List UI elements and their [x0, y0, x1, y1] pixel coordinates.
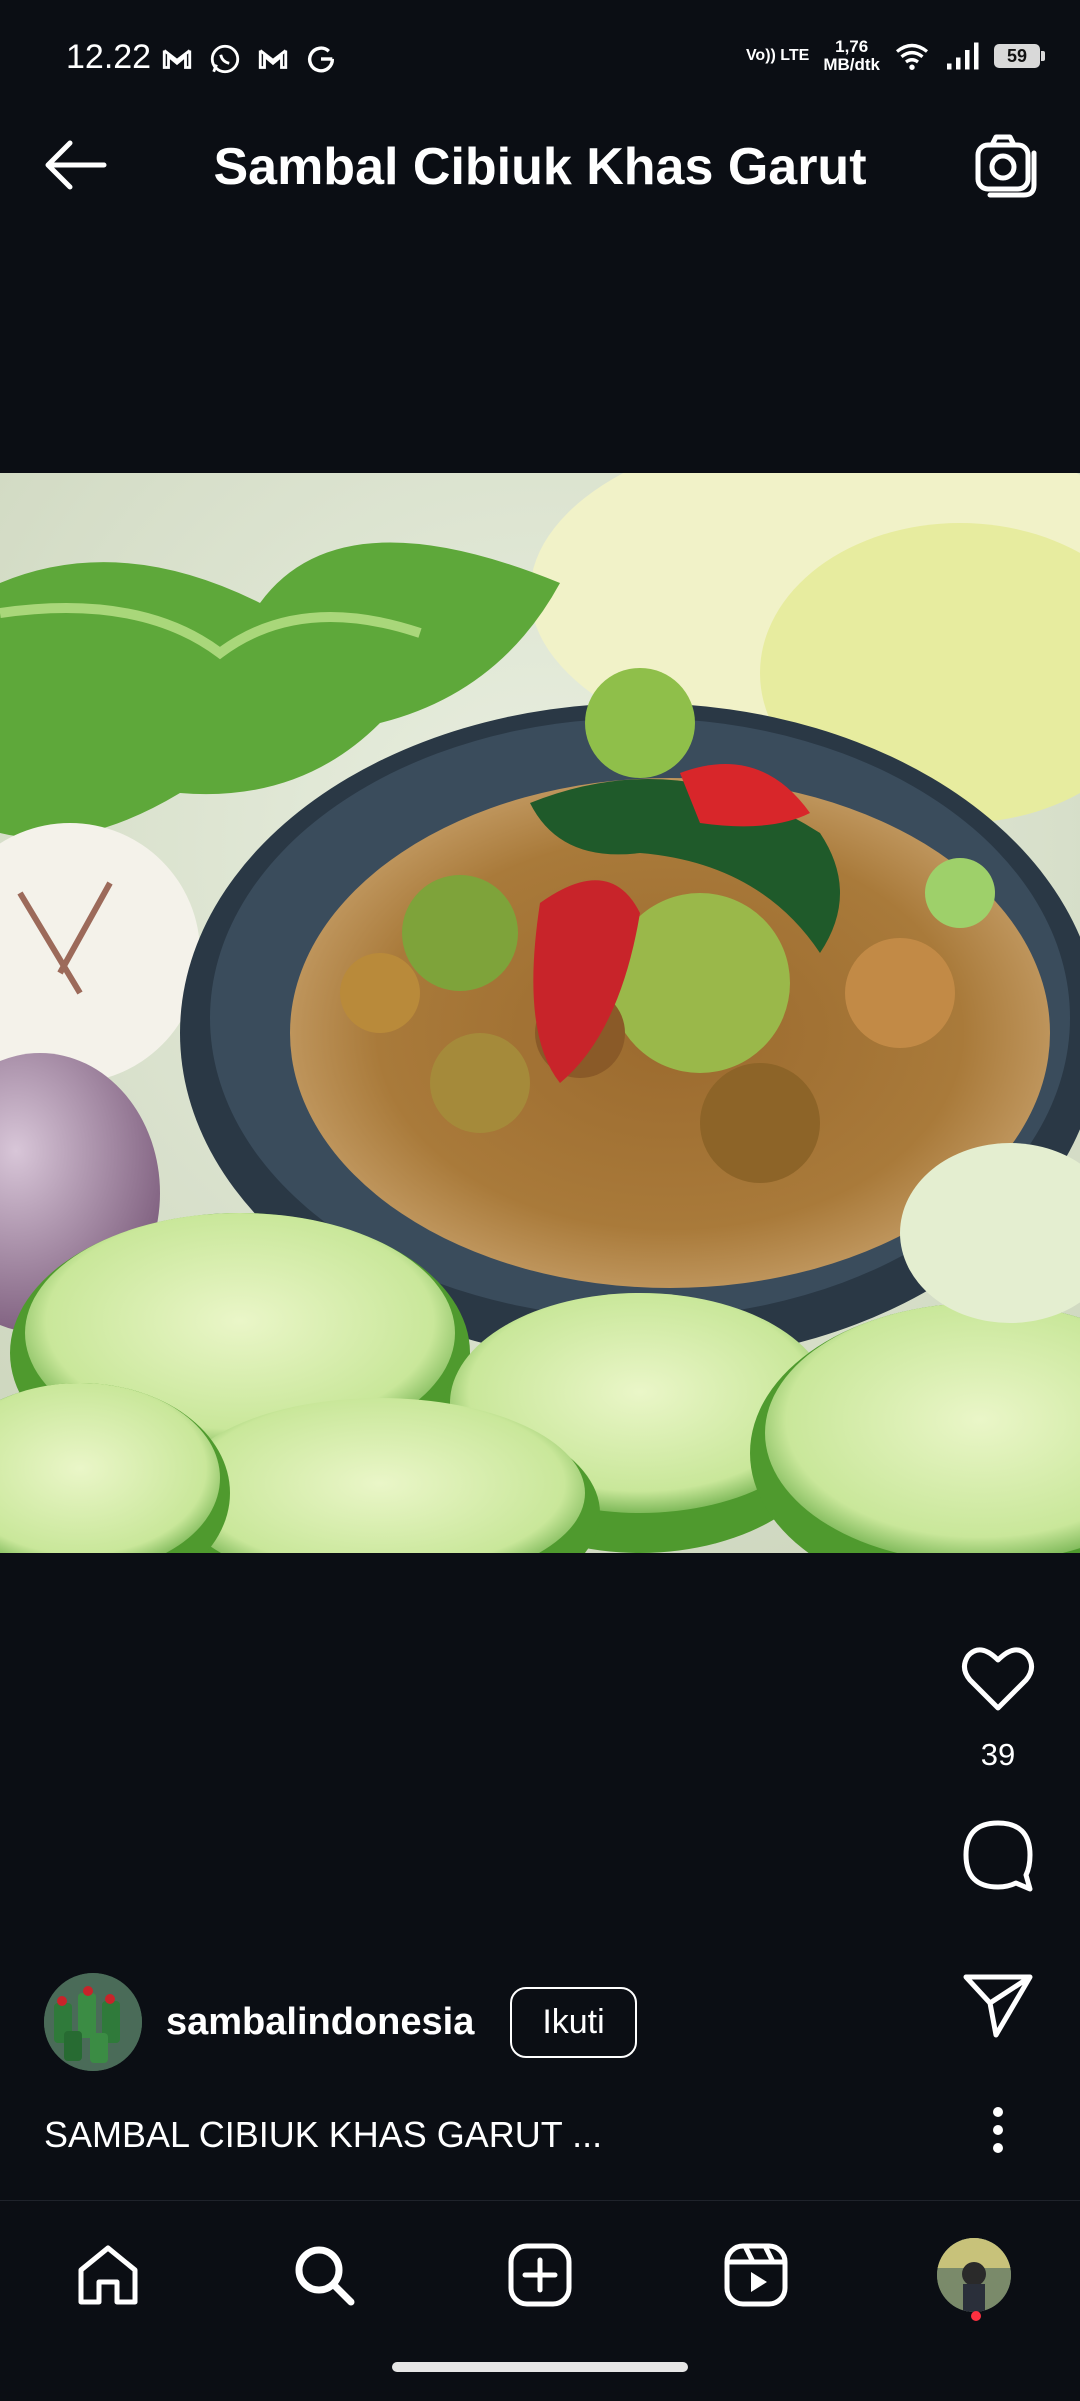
battery-indicator: 59 — [994, 44, 1045, 68]
whatsapp-icon — [210, 44, 240, 74]
camera-icon — [975, 134, 1037, 198]
more-vertical-icon — [993, 2107, 1003, 2153]
network-speed-unit: MB/dtk — [823, 55, 880, 74]
profile-avatar-image — [937, 2238, 1011, 2312]
system-icons: Vo)) LTE 1,76 MB/dtk 59 — [745, 38, 1045, 74]
search-icon — [295, 2246, 355, 2306]
more-options-button[interactable] — [958, 2090, 1038, 2170]
home-icon — [78, 2245, 138, 2305]
gmail-icon — [258, 49, 288, 69]
profile-avatar — [937, 2238, 1011, 2312]
nav-create[interactable] — [500, 2235, 580, 2315]
create-icon — [508, 2243, 572, 2307]
page-title: Sambal Cibiuk Khas Garut — [213, 138, 867, 196]
post-caption[interactable]: SAMBAL CIBIUK KHAS GARUT ... — [44, 2114, 602, 2156]
nav-search[interactable] — [284, 2235, 364, 2315]
google-icon — [308, 46, 335, 73]
author-row: sambalindonesia Ikuti — [44, 1972, 637, 2072]
nav-reels[interactable] — [716, 2235, 796, 2315]
author-avatar-image — [44, 1973, 142, 2071]
home-indicator[interactable] — [392, 2362, 688, 2372]
network-speed-value: 1,76 — [835, 37, 869, 56]
share-button[interactable] — [958, 1965, 1038, 2045]
like-count: 39 — [980, 1737, 1016, 1772]
nav-profile[interactable] — [934, 2235, 1014, 2315]
heart-icon — [962, 1647, 1034, 1711]
comment-button[interactable] — [958, 1815, 1038, 1895]
notification-dot — [971, 2311, 981, 2321]
comment-icon — [963, 1820, 1033, 1892]
follow-button[interactable]: Ikuti — [510, 1986, 637, 2058]
top-bar: Sambal Cibiuk Khas Garut — [0, 95, 1080, 245]
gmail-icon — [162, 49, 192, 69]
camera-button[interactable] — [972, 131, 1040, 199]
wifi-icon — [895, 43, 929, 70]
send-icon — [963, 1974, 1033, 2038]
signal-icon — [947, 42, 979, 70]
notification-icons — [160, 42, 338, 76]
network-type: Vo)) LTE — [745, 47, 810, 64]
nav-home[interactable] — [68, 2235, 148, 2315]
post-image[interactable] — [0, 473, 1080, 1553]
status-time: 12.22 — [66, 38, 152, 76]
network-speed: 1,76 MB/dtk — [823, 38, 880, 74]
post-photo — [0, 473, 1080, 1553]
author-avatar[interactable] — [44, 1973, 142, 2071]
status-bar: 12.22 Vo)) LTE 1,76 MB/dtk 59 — [0, 0, 1080, 95]
author-username[interactable]: sambalindonesia — [166, 2001, 474, 2044]
reels-icon — [724, 2243, 788, 2307]
like-button[interactable] — [958, 1638, 1038, 1718]
